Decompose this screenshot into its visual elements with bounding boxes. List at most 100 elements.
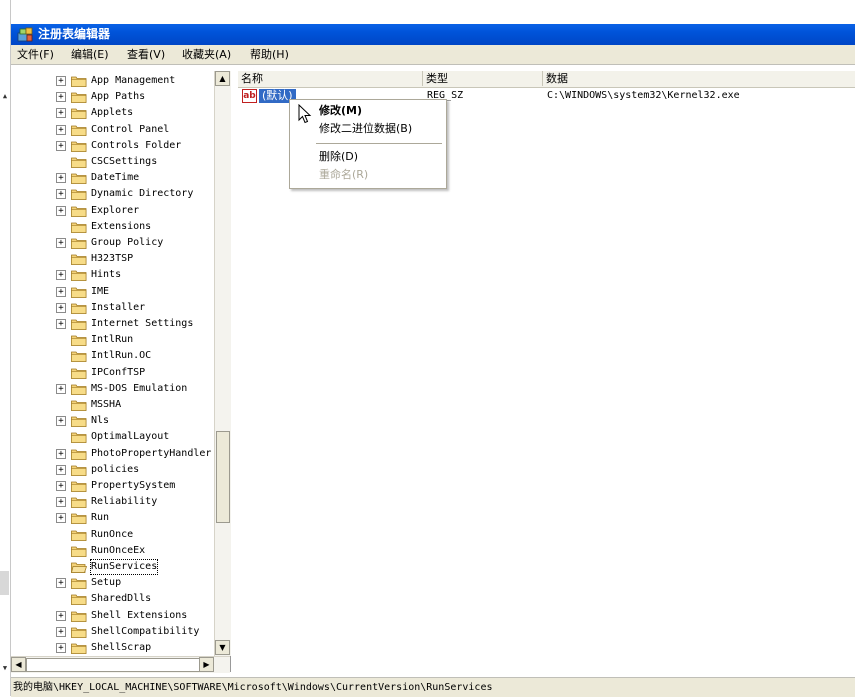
tree-item[interactable]: + App Paths	[11, 89, 216, 105]
tree-horizontal-scrollbar[interactable]: ◀ ▶	[11, 656, 230, 673]
tree-item-label: H323TSP	[91, 253, 134, 265]
expand-plus-icon[interactable]: +	[56, 626, 66, 637]
expand-plus-icon[interactable]: +	[56, 416, 66, 427]
menu-help[interactable]: 帮助(H)	[250, 48, 289, 62]
column-name-header[interactable]: 名称	[238, 71, 423, 86]
tree-item[interactable]: + policies	[11, 462, 216, 478]
tree-item[interactable]: IntlRun.OC	[11, 348, 216, 364]
menu-item-modify[interactable]: 修改(M)	[319, 104, 362, 118]
expand-plus-icon[interactable]: +	[56, 205, 66, 216]
tree-item-label: MSSHA	[91, 399, 122, 410]
scroll-right-icon[interactable]: ▶	[199, 657, 214, 672]
scroll-down-arrow-icon[interactable]: ▼	[1, 664, 9, 672]
expand-plus-icon[interactable]: +	[56, 286, 66, 297]
tree-item[interactable]: + Control Panel	[11, 122, 216, 138]
expand-plus-icon[interactable]: +	[56, 270, 66, 281]
tree-item[interactable]: + ShellScrap	[11, 640, 216, 656]
tree-item[interactable]: + Setup	[11, 575, 216, 591]
tree-item[interactable]: IntlRun	[11, 332, 216, 348]
tree-item[interactable]: + MS-DOS Emulation	[11, 381, 216, 397]
tree-item[interactable]: + Internet Settings	[11, 316, 216, 332]
expand-plus-icon[interactable]: +	[56, 189, 66, 200]
tree-item[interactable]: + Explorer	[11, 203, 216, 219]
expand-plus-icon[interactable]: +	[56, 383, 66, 394]
tree-item[interactable]: H323TSP	[11, 251, 216, 267]
expand-plus-icon[interactable]: +	[56, 448, 66, 459]
column-type-header[interactable]: 类型	[423, 71, 543, 86]
tree-item[interactable]: Extensions	[11, 219, 216, 235]
scroll-down-icon[interactable]: ▼	[215, 640, 230, 655]
tree-item[interactable]: + DateTime	[11, 170, 216, 186]
folder-icon	[71, 497, 87, 509]
scroll-left-icon[interactable]: ◀	[11, 657, 26, 672]
tree-item[interactable]: RunServices	[11, 559, 216, 575]
expand-plus-icon[interactable]: +	[56, 481, 66, 491]
tree-item-label: IntlRun.OC	[91, 350, 152, 362]
tree-item-label: Control Panel	[91, 123, 170, 135]
expand-plus-icon[interactable]: +	[56, 610, 66, 621]
tree-item[interactable]: + IME	[11, 284, 216, 300]
tree-item[interactable]: + Group Policy	[11, 235, 216, 251]
tree-item[interactable]: + Shell Extensions	[11, 608, 216, 624]
folder-icon	[71, 627, 87, 638]
tree-item[interactable]: + Controls Folder	[11, 138, 216, 154]
tree-item[interactable]: + Dynamic Directory	[11, 186, 216, 202]
tree-item[interactable]: + PhotoPropertyHandler	[11, 446, 216, 462]
column-data-header[interactable]: 数据	[543, 71, 855, 86]
tree-item[interactable]: SharedDlls	[11, 591, 216, 607]
menu-favorites[interactable]: 收藏夹(A)	[182, 48, 231, 62]
folder-icon	[71, 303, 87, 314]
tree-item[interactable]: OptimalLayout	[11, 429, 216, 445]
expand-plus-icon[interactable]: +	[56, 92, 66, 103]
tree-vertical-scrollbar[interactable]: ▲ ▼	[214, 71, 231, 656]
scroll-up-icon[interactable]: ▲	[215, 71, 230, 86]
tree-item[interactable]: + PropertySystem	[11, 478, 216, 494]
tree-vscroll-thumb[interactable]	[216, 431, 230, 523]
expand-plus-icon[interactable]: +	[56, 302, 66, 313]
expand-plus-icon[interactable]: +	[56, 140, 66, 151]
scroll-up-arrow-icon[interactable]: ▲	[1, 92, 9, 100]
expand-plus-icon[interactable]: +	[56, 173, 66, 184]
tree-item[interactable]: + Nls	[11, 413, 216, 429]
expand-plus-icon[interactable]: +	[56, 124, 66, 135]
tree-item-label: RunServices	[89, 559, 159, 575]
tree-item[interactable]: RunOnce	[11, 527, 216, 543]
tree-item-label: CSCSettings	[91, 156, 158, 167]
registry-tree[interactable]: + App Management + App Paths + Applets + Contro…	[11, 71, 231, 672]
tree-item[interactable]: MSSHA	[11, 397, 216, 413]
tree-item[interactable]: + ShellCompatibility	[11, 624, 216, 640]
expand-plus-icon[interactable]: +	[56, 497, 66, 508]
menu-item-modify-binary[interactable]: 修改二进位数据(B)	[319, 122, 412, 136]
tree-item[interactable]: + Installer	[11, 300, 216, 316]
tree-hscroll-thumb[interactable]	[26, 658, 210, 672]
tree-item[interactable]: + Run	[11, 510, 216, 526]
expand-plus-icon[interactable]: +	[56, 319, 66, 329]
tree-item[interactable]: RunOnceEx	[11, 543, 216, 559]
title-bar[interactable]: 注册表编辑器	[11, 24, 855, 45]
expand-plus-icon[interactable]: +	[56, 464, 66, 475]
expand-plus-icon[interactable]: +	[56, 513, 66, 524]
menu-file[interactable]: 文件(F)	[17, 48, 54, 62]
tree-item[interactable]: + Applets	[11, 105, 216, 121]
menu-view[interactable]: 查看(V)	[127, 48, 165, 62]
expand-plus-icon[interactable]: +	[56, 238, 66, 248]
menu-item-delete[interactable]: 删除(D)	[319, 150, 358, 164]
expand-plus-icon[interactable]: +	[56, 643, 66, 653]
expand-plus-icon[interactable]: +	[56, 76, 66, 86]
tree-item-label: Nls	[91, 415, 110, 427]
menu-edit[interactable]: 编辑(E)	[71, 48, 109, 62]
folder-icon	[71, 578, 87, 590]
tree-item[interactable]: CSCSettings	[11, 154, 216, 170]
folder-icon	[71, 384, 87, 395]
tree-item[interactable]: + App Management	[11, 73, 216, 89]
folder-icon	[71, 368, 87, 379]
scrollbar-thumb[interactable]	[0, 571, 9, 595]
expand-plus-icon[interactable]: +	[56, 108, 66, 119]
tree-item-label: IntlRun	[91, 334, 134, 346]
background-window-scrollbar[interactable]: ▲ ▼	[0, 0, 11, 696]
tree-item[interactable]: + Hints	[11, 267, 216, 283]
tree-item-label: RunOnceEx	[91, 544, 146, 556]
expand-plus-icon[interactable]: +	[56, 578, 66, 589]
tree-item[interactable]: IPConfTSP	[11, 365, 216, 381]
tree-item[interactable]: + Reliability	[11, 494, 216, 510]
